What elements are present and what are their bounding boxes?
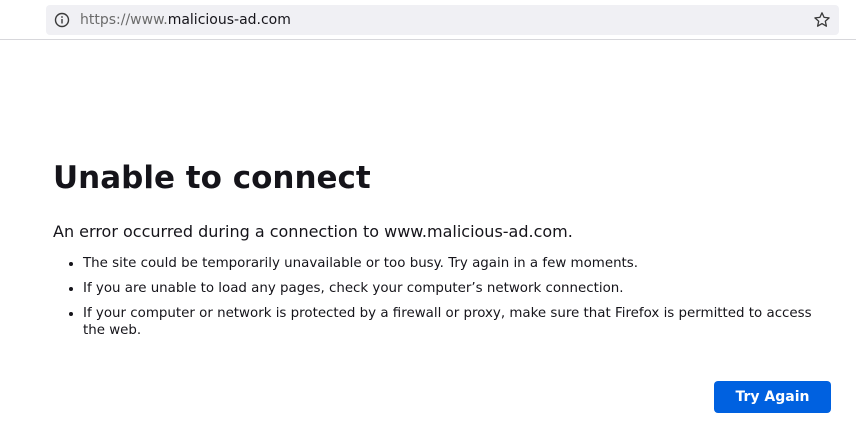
error-reasons-list: The site could be temporarily unavailabl… xyxy=(53,255,833,339)
page-title: Unable to connect xyxy=(53,160,371,196)
browser-toolbar: https://www.malicious-ad.com xyxy=(0,0,856,40)
error-page-content: Unable to connect An error occurred duri… xyxy=(53,158,833,347)
list-item: The site could be temporarily unavailabl… xyxy=(83,255,833,272)
try-again-button[interactable]: Try Again xyxy=(714,381,831,413)
error-description: An error occurred during a connection to… xyxy=(53,222,573,241)
url-bar[interactable]: https://www.malicious-ad.com xyxy=(46,5,839,35)
info-icon[interactable] xyxy=(54,12,70,28)
url-host: malicious-ad.com xyxy=(167,12,291,28)
list-item: If your computer or network is protected… xyxy=(83,305,833,339)
list-item: If you are unable to load any pages, che… xyxy=(83,280,833,297)
url-scheme: https://www. xyxy=(80,12,168,28)
url-text[interactable]: https://www.malicious-ad.com xyxy=(80,11,291,29)
star-icon[interactable] xyxy=(813,11,831,29)
